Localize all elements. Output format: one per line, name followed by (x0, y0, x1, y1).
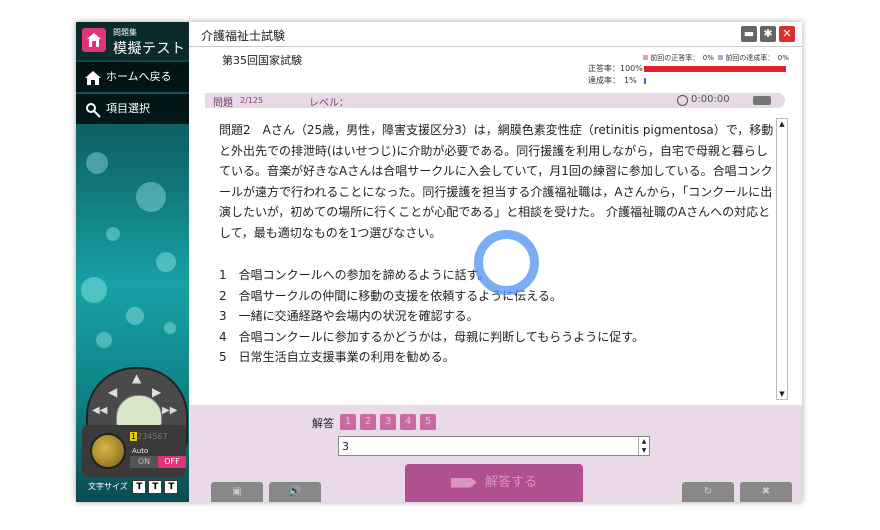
cursor-icon (84, 100, 102, 130)
auto-label: Auto (132, 447, 149, 455)
sidebar-item-label: 項目選択 (106, 102, 150, 115)
scroll-down-icon[interactable]: ▼ (777, 389, 787, 399)
bokeh-light (126, 307, 144, 325)
app-window: 問題集 模擬テスト ホームへ戻る 項目選択 ▲ ◀ ▶ ◀◀ ▶▶ 123456… (76, 22, 802, 502)
logo-title: 模擬テスト (113, 41, 186, 57)
font-size-control: 文字サイズ TTT (88, 480, 179, 494)
font-size-small-button[interactable]: T (132, 480, 147, 494)
speed-numbers[interactable]: 1234567 (130, 432, 168, 441)
question-header: 問題 2/125 レベル： 0:00:00 (205, 93, 785, 109)
bokeh-light (96, 332, 112, 348)
progress-rate-bar (644, 78, 646, 84)
speaker-icon: 🔊 (288, 486, 302, 497)
scroll-up-icon[interactable]: ▲ (777, 119, 787, 129)
answer-option-button[interactable]: 2 (360, 414, 376, 430)
folder-icon[interactable]: ▬ (741, 26, 757, 42)
legend-swatch-progress (718, 55, 724, 60)
auto-on-button[interactable]: ON (130, 456, 158, 468)
bokeh-light (136, 182, 166, 212)
question-text: 問題2 Aさん（25歳，男性，障害支援区分3）は，網膜色素変性症（retinit… (219, 123, 774, 240)
auto-toggle[interactable]: ON OFF (130, 456, 186, 468)
bokeh-light (164, 322, 176, 334)
up-arrow-icon[interactable]: ▲ (132, 371, 141, 385)
cancel-button[interactable]: ✖ (740, 482, 792, 502)
window-title: 介護福祉士試験 (201, 29, 286, 43)
submit-label: 解答する (484, 475, 537, 490)
auto-off-button[interactable]: OFF (158, 456, 186, 468)
loading-spinner-icon (474, 230, 539, 295)
controller-screen (116, 395, 162, 427)
question-scrollbar[interactable]: ▲ ▼ (776, 118, 788, 400)
answer-option-button[interactable]: 4 (400, 414, 416, 430)
clock-icon (677, 95, 688, 106)
font-size-medium-button[interactable]: T (148, 480, 163, 494)
retry-icon: ↻ (703, 486, 713, 497)
answer-input-stepper[interactable]: ▲ ▼ (638, 437, 649, 455)
image-button[interactable]: ▣ (211, 482, 263, 502)
speed-number[interactable]: 7 (163, 432, 168, 441)
submit-answer-button[interactable]: 解答する (405, 464, 583, 502)
rewind-icon[interactable]: ◀◀ (92, 405, 107, 416)
answer-label: 解答 (312, 417, 334, 430)
close-icon[interactable]: ✕ (779, 26, 795, 42)
exam-name: 第35回国家試験 (222, 54, 302, 67)
title-bar: 介護福祉士試験 ▬ ✱ ✕ (189, 22, 802, 47)
bokeh-light (81, 277, 107, 303)
answer-option-button[interactable]: 1 (340, 414, 356, 430)
left-arrow-icon[interactable]: ◀ (108, 385, 117, 399)
sound-button[interactable]: 🔊 (269, 482, 321, 502)
question-number: 2/125 (240, 96, 264, 105)
prev-progress-legend: 前回の達成率： 0% (725, 54, 789, 62)
answer-input[interactable]: 3 ▲ ▼ (338, 436, 650, 456)
choice-item: 5 日常生活自立支援事業の利用を勧める。 (219, 350, 455, 365)
fast-forward-icon[interactable]: ▶▶ (162, 405, 177, 416)
cancel-icon: ✖ (761, 486, 771, 497)
logo-subtitle: 問題集 (113, 28, 137, 37)
bokeh-light (106, 227, 120, 241)
right-arrow-icon[interactable]: ▶ (152, 385, 161, 399)
bokeh-light (156, 252, 176, 272)
correct-rate-bar (644, 66, 786, 72)
answer-input-value: 3 (342, 440, 349, 453)
font-size-label: 文字サイズ (88, 482, 128, 491)
app-logo: 問題集 模擬テスト (76, 22, 189, 60)
choice-item: 4 合唱コンクールに参加するかどうかは，母親に判断してもらうように促す。 (219, 329, 644, 344)
controller-widget: ▲ ◀ ▶ ◀◀ ▶▶ 1234567 Auto ON OFF 文字サイズ TT… (82, 367, 188, 497)
image-icon: ▣ (232, 486, 242, 497)
sidebar: 問題集 模擬テスト ホームへ戻る 項目選択 ▲ ◀ ▶ ◀◀ ▶▶ 123456… (76, 22, 189, 502)
sidebar-item-home[interactable]: ホームへ戻る (76, 62, 189, 92)
prev-correct-legend: 前回の正答率： 0% (650, 54, 714, 62)
gear-icon[interactable]: ✱ (760, 26, 776, 42)
progress-rate-label: 達成率： 1% (588, 76, 637, 85)
sidebar-item-select[interactable]: 項目選択 (76, 94, 189, 124)
pencil-icon (450, 477, 477, 488)
coin-icon[interactable] (90, 433, 126, 469)
retry-button[interactable]: ↻ (682, 482, 734, 502)
stats-legend: 前回の正答率： 0% 前回の達成率： 0% (643, 53, 789, 63)
answer-option-button[interactable]: 3 (380, 414, 396, 430)
bokeh-light (86, 152, 108, 174)
choice-item: 3 一緒に交通経路や会場内の状況を確認する。 (219, 309, 479, 324)
timer: 0:00:00 (691, 94, 730, 105)
correct-rate-label: 正答率：100% (588, 64, 643, 73)
legend-swatch-correct (643, 55, 648, 60)
question-label: 問題 (213, 98, 233, 109)
sidebar-item-label: ホームへ戻る (106, 70, 172, 83)
level-label: レベル： (309, 98, 349, 109)
display-toggle-icon[interactable] (753, 96, 771, 105)
font-size-large-button[interactable]: T (164, 480, 179, 494)
answer-option-button[interactable]: 5 (420, 414, 436, 430)
logo-house-icon (82, 28, 106, 52)
